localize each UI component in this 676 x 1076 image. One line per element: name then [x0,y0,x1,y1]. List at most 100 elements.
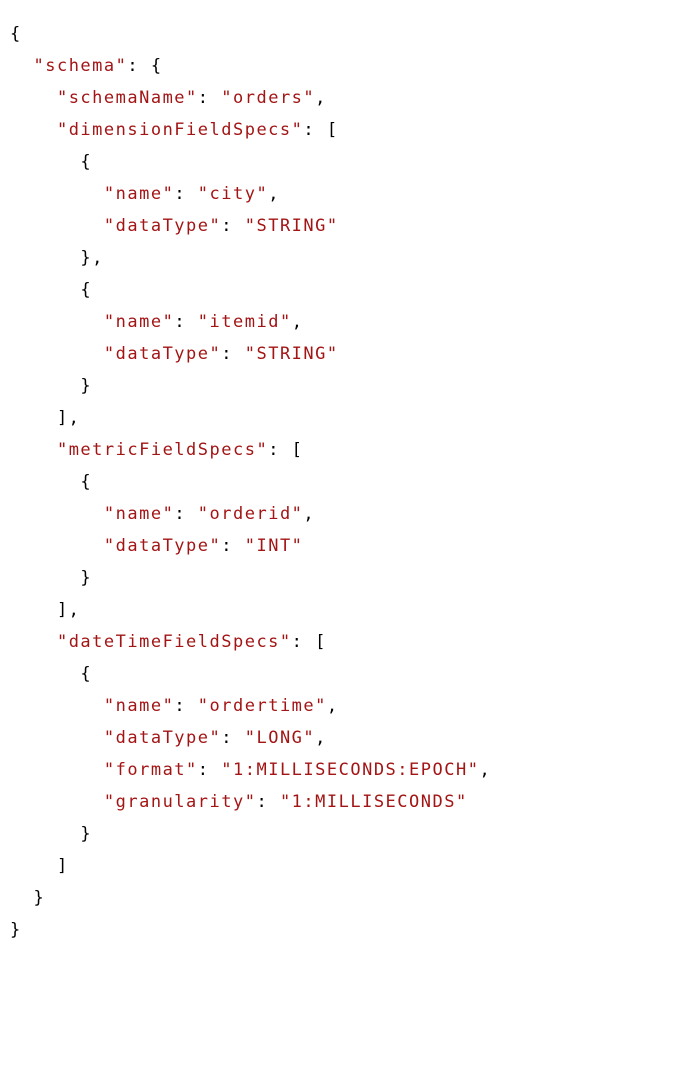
code-line: { [10,24,22,44]
code-line: ], [10,600,80,620]
punct-token: : [256,792,279,812]
string-token: "city" [198,184,268,204]
punct-token [10,760,104,780]
code-line: { [10,280,92,300]
string-token: "granularity" [104,792,257,812]
punct-token [10,120,57,140]
punct-token [10,728,104,748]
code-line: "format": "1:MILLISECONDS:EPOCH", [10,760,491,780]
code-line: } [10,568,92,588]
string-token: "LONG" [245,728,315,748]
string-token: "schema" [33,56,127,76]
code-line: "name": "itemid", [10,312,303,332]
string-token: "1:MILLISECONDS" [280,792,468,812]
string-token: "STRING" [245,344,339,364]
punct-token: : [221,216,244,236]
code-line: ], [10,408,80,428]
punct-token [10,632,57,652]
punct-token: : [174,184,197,204]
punct-token: }, [10,248,104,268]
code-line: "dataType": "INT" [10,536,303,556]
punct-token [10,88,57,108]
code-line: "schemaName": "orders", [10,88,327,108]
string-token: "1:MILLISECONDS:EPOCH" [221,760,479,780]
punct-token: { [10,664,92,684]
string-token: "STRING" [245,216,339,236]
punct-token: { [10,152,92,172]
string-token: "dataType" [104,216,221,236]
punct-token: { [10,24,22,44]
string-token: "orderid" [198,504,304,524]
string-token: "name" [104,312,174,332]
punct-token: , [479,760,491,780]
punct-token: : [221,536,244,556]
code-line: "name": "city", [10,184,280,204]
punct-token: } [10,888,45,908]
code-line: } [10,888,45,908]
code-line: "name": "orderid", [10,504,315,524]
punct-token: } [10,568,92,588]
string-token: "dataType" [104,536,221,556]
code-line: { [10,152,92,172]
string-token: "dimensionFieldSpecs" [57,120,303,140]
punct-token: : [198,760,221,780]
code-line: } [10,824,92,844]
punct-token: { [10,472,92,492]
punct-token [10,184,104,204]
punct-token: : [221,344,244,364]
code-line: } [10,376,92,396]
punct-token: : [198,88,221,108]
punct-token [10,56,33,76]
punct-token: : [174,696,197,716]
code-line: "metricFieldSpecs": [ [10,440,303,460]
code-line: } [10,920,22,940]
punct-token: : [221,728,244,748]
string-token: "metricFieldSpecs" [57,440,268,460]
punct-token: , [315,88,327,108]
code-line: "schema": { [10,56,163,76]
punct-token: , [327,696,339,716]
punct-token [10,344,104,364]
punct-token: : [ [268,440,303,460]
punct-token: , [315,728,327,748]
punct-token: } [10,376,92,396]
punct-token [10,696,104,716]
punct-token: : { [127,56,162,76]
code-line: "dataType": "STRING" [10,344,339,364]
code-line: "dateTimeFieldSpecs": [ [10,632,327,652]
code-line: "dataType": "STRING" [10,216,339,236]
code-line: "granularity": "1:MILLISECONDS" [10,792,468,812]
punct-token [10,312,104,332]
punct-token [10,536,104,556]
punct-token: ], [10,408,80,428]
punct-token: : [ [303,120,338,140]
punct-token: , [268,184,280,204]
punct-token: : [174,312,197,332]
punct-token [10,216,104,236]
punct-token: ], [10,600,80,620]
code-line: { [10,664,92,684]
punct-token: : [174,504,197,524]
string-token: "ordertime" [198,696,327,716]
punct-token: } [10,920,22,940]
punct-token: { [10,280,92,300]
punct-token [10,504,104,524]
string-token: "name" [104,184,174,204]
string-token: "dateTimeFieldSpecs" [57,632,292,652]
punct-token: , [303,504,315,524]
string-token: "name" [104,696,174,716]
code-line: "dataType": "LONG", [10,728,327,748]
string-token: "name" [104,504,174,524]
string-token: "itemid" [198,312,292,332]
code-line: }, [10,248,104,268]
punct-token: ] [10,856,69,876]
punct-token [10,792,104,812]
code-line: ] [10,856,69,876]
string-token: "dataType" [104,728,221,748]
punct-token [10,440,57,460]
string-token: "format" [104,760,198,780]
punct-token: : [ [292,632,327,652]
punct-token: } [10,824,92,844]
string-token: "orders" [221,88,315,108]
json-code-block: { "schema": { "schemaName": "orders", "d… [10,18,666,946]
